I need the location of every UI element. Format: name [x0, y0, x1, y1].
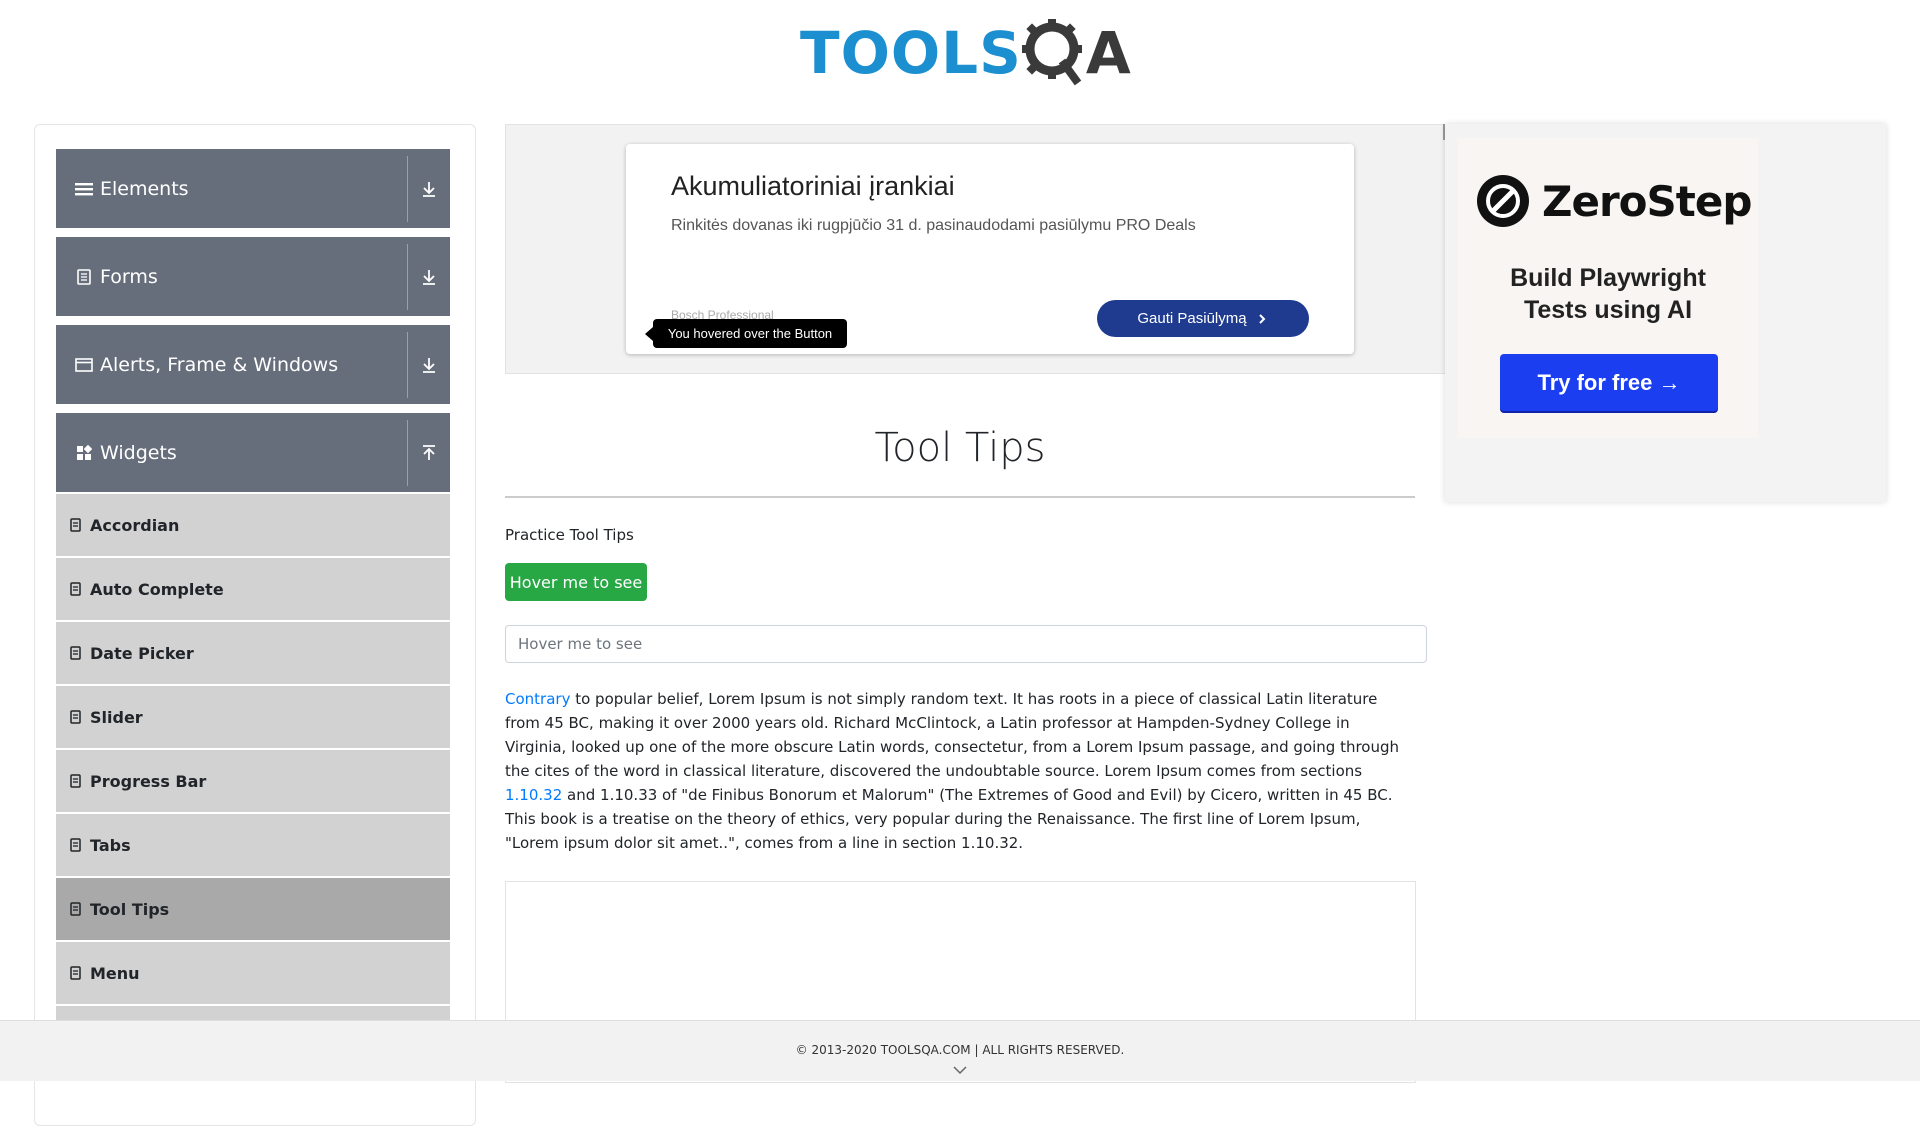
practice-label: Practice Tool Tips [505, 526, 634, 544]
footer-copyright: © 2013-2020 TOOLSQA.COM | ALL RIGHTS RES… [795, 1043, 1125, 1057]
sidebar-item-slider[interactable]: Slider [56, 686, 450, 750]
sidebar-item-label: Slider [90, 707, 143, 727]
sidebar-item-label: Menu [90, 963, 140, 983]
list-icon [70, 710, 84, 724]
logo-qa-text: A [1021, 17, 1131, 89]
sidebar-group-forms[interactable]: Forms [56, 237, 450, 316]
ad-offer-button-label: Gauti Pasiūlymą [1137, 310, 1247, 327]
sidebar-item-menu[interactable]: Menu [56, 942, 450, 1006]
zerostep-headline-line1: Build Playwright [1510, 264, 1706, 292]
contrary-link[interactable]: Contrary [505, 690, 570, 708]
ad-offer-button[interactable]: Gauti Pasiūlymą [1097, 300, 1309, 337]
list-icon [70, 582, 84, 596]
menu-icon [72, 181, 96, 197]
toolsqa-logo[interactable]: TOOLS A [800, 14, 1131, 92]
sidebar-item-accordian[interactable]: Accordian [56, 494, 450, 558]
logo-a-text: A [1085, 19, 1131, 87]
title-divider [505, 496, 1415, 498]
sidebar-group-widgets[interactable]: Widgets [56, 413, 450, 492]
sidebar-group-label: Widgets [100, 441, 177, 464]
sidebar-item-label: Date Picker [90, 643, 194, 663]
ad-title[interactable]: Akumuliatoriniai įrankiai [671, 171, 955, 202]
list-icon [70, 902, 84, 916]
zerostep-logo-icon [1477, 175, 1529, 227]
download-arrow-icon[interactable] [408, 356, 450, 374]
sidebar-item-label: Accordian [90, 515, 180, 535]
sidebar-group-label: Elements [100, 177, 189, 200]
sidebar-item-progress-bar[interactable]: Progress Bar [56, 750, 450, 814]
sidebar-item-tool-tips[interactable]: Tool Tips [56, 878, 450, 942]
paragraph-text-2: and 1.10.33 of "de Finibus Bonorum et Ma… [505, 786, 1393, 852]
sidebar-item-label: Tool Tips [90, 899, 170, 919]
section-link[interactable]: 1.10.32 [505, 786, 562, 804]
download-arrow-icon[interactable] [408, 180, 450, 198]
zerostep-logo: ZeroStep [1476, 174, 1752, 228]
logo-tools-text: TOOLS [800, 19, 1022, 87]
download-arrow-icon[interactable] [408, 268, 450, 286]
sidebar-item-label: Auto Complete [90, 579, 224, 599]
sidebar-group-label: Alerts, Frame & Windows [100, 353, 339, 376]
ad-subtitle: Rinkitės dovanas iki rugpjūčio 31 d. pas… [671, 217, 1196, 234]
form-icon [72, 268, 96, 285]
sidebar-group-label: Forms [100, 265, 158, 288]
sidebar-item-label: Progress Bar [90, 771, 207, 791]
sidebar-group-alerts[interactable]: Alerts, Frame & Windows [56, 325, 450, 404]
tooltip-arrow [645, 327, 653, 341]
sidebar-item-label: Tabs [90, 835, 131, 855]
window-icon [72, 357, 96, 373]
list-icon [70, 518, 84, 532]
paragraph-text-1: to popular belief, Lorem Ipsum is not si… [505, 690, 1400, 780]
zerostep-headline-line2: Tests using AI [1523, 296, 1693, 324]
list-icon [70, 646, 84, 660]
sidebar-group-elements[interactable]: Elements [56, 149, 450, 228]
sidebar-item-auto-complete[interactable]: Auto Complete [56, 558, 450, 622]
widgets-icon [72, 444, 96, 461]
gear-icon [1021, 19, 1082, 86]
hover-input[interactable] [505, 625, 1427, 663]
try-for-free-button[interactable]: Try for free → [1500, 354, 1718, 411]
list-icon [70, 774, 84, 788]
chevron-down-icon[interactable] [952, 1065, 968, 1075]
sidebar-item-date-picker[interactable]: Date Picker [56, 622, 450, 686]
list-icon [70, 838, 84, 852]
list-icon [70, 966, 84, 980]
lorem-paragraph: Contrary to popular belief, Lorem Ipsum … [505, 687, 1415, 855]
chevron-right-icon [1258, 313, 1266, 324]
sidebar-item-tabs[interactable]: Tabs [56, 814, 450, 878]
upload-arrow-icon[interactable] [408, 444, 450, 462]
zerostep-headline: Build Playwright Tests using AI [1458, 262, 1758, 326]
tooltip: You hovered over the Button [653, 319, 847, 348]
zerostep-brand: ZeroStep [1542, 176, 1752, 226]
hover-button[interactable]: Hover me to see [505, 563, 647, 601]
page-title: Tool Tips [874, 425, 1046, 471]
